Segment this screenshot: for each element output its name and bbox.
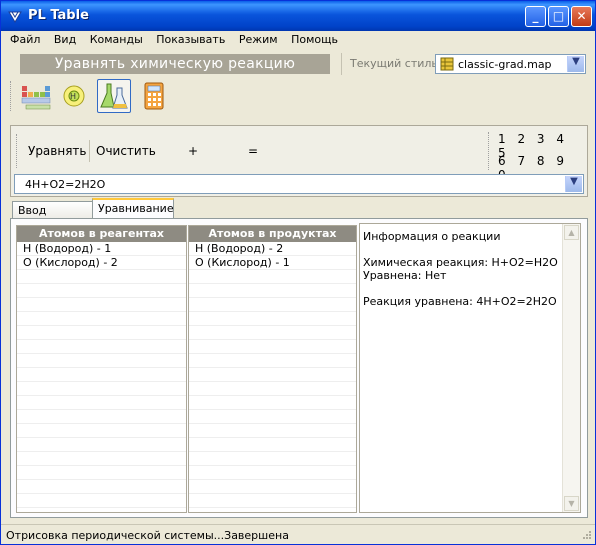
toolbar-separator [341, 53, 342, 75]
close-icon: ✕ [576, 9, 587, 23]
equation-input[interactable]: 4H+O2=2H2O ▼ [14, 174, 584, 194]
list-lines [17, 242, 186, 512]
info-title: Информация о реакции [363, 230, 501, 243]
menu-view[interactable]: Вид [49, 31, 81, 48]
flasks-icon [100, 83, 128, 109]
maximize-icon: □ [552, 9, 565, 23]
menu-mode[interactable]: Режим [234, 31, 283, 48]
app-window: PL Table _ □ ✕ Файл Вид Команды Показыва… [0, 0, 596, 545]
reaction-equalize-button[interactable] [97, 79, 131, 113]
window-title: PL Table [28, 8, 89, 23]
equals-button[interactable]: = [248, 144, 258, 158]
resize-grip-icon[interactable] [580, 530, 592, 542]
info-balanced-status: Уравнена: Нет [363, 269, 447, 282]
equation-panel: Уравнять Очистить + = 1 2 3 4 5 6 7 8 9 … [10, 125, 588, 197]
calculator-icon [144, 82, 164, 110]
element-info-button[interactable]: H [57, 79, 91, 113]
element-icon: H [63, 85, 85, 107]
tab-strip: Ввод реакции Уравнивание [10, 197, 588, 235]
info-text: Информация о реакции Химическая реакция:… [363, 230, 558, 308]
equation-value: 4H+O2=2H2O [25, 178, 106, 191]
info-balanced-result: Реакция уравнена: 4H+O2=2H2O [363, 295, 557, 308]
clear-button[interactable]: Очистить [96, 144, 156, 158]
app-icon [8, 11, 22, 23]
toolbar-grip [10, 81, 13, 111]
tools-toolbar: H [5, 77, 593, 117]
style-value: classic-grad.map [458, 58, 552, 71]
panel-separator [89, 140, 90, 162]
title-bar[interactable]: PL Table _ □ ✕ [1, 1, 595, 31]
menu-file[interactable]: Файл [5, 31, 45, 48]
list-item[interactable]: H (Водород) - 2 [189, 242, 356, 256]
menu-help[interactable]: Помощь [286, 31, 343, 48]
tab-content: Атомов в реагентах H (Водород) - 1 O (Ки… [10, 218, 588, 518]
table-icon [21, 86, 51, 110]
reaction-info-box[interactable]: Информация о реакции Химическая реакция:… [359, 223, 581, 513]
scroll-up-icon[interactable]: ▲ [564, 225, 579, 240]
list-item[interactable]: H (Водород) - 1 [17, 242, 186, 256]
style-toolbar: Уравнять химическую реакцию Текущий стил… [5, 51, 593, 77]
info-reaction: Химическая реакция: H+O2=H2O [363, 256, 558, 269]
status-bar: Отрисовка периодической системы...Заверш… [1, 524, 595, 544]
menu-bar: Файл Вид Команды Показывать Режим Помощь [5, 31, 593, 49]
mode-banner: Уравнять химическую реакцию [20, 54, 330, 74]
maximize-button[interactable]: □ [548, 6, 569, 27]
style-select[interactable]: classic-grad.map ▼ [435, 54, 586, 74]
list-item[interactable]: O (Кислород) - 2 [17, 256, 186, 270]
minimize-icon: _ [532, 9, 539, 23]
status-text: Отрисовка периодической системы...Заверш… [6, 529, 289, 542]
menu-show[interactable]: Показывать [151, 31, 230, 48]
calculator-button[interactable] [137, 79, 171, 113]
menu-commands[interactable]: Команды [85, 31, 148, 48]
map-file-icon [440, 57, 454, 71]
periodic-table-button[interactable] [19, 79, 53, 113]
reagents-list[interactable]: Атомов в реагентах H (Водород) - 1 O (Ки… [16, 225, 187, 513]
equalize-button[interactable]: Уравнять [28, 144, 86, 158]
svg-text:H: H [70, 92, 76, 101]
reagents-header: Атомов в реагентах [17, 226, 186, 242]
digits-grip [488, 132, 490, 170]
chevron-down-icon[interactable]: ▼ [565, 176, 582, 192]
style-label: Текущий стиль: [350, 57, 442, 70]
panel-grip [16, 134, 18, 168]
scroll-down-icon[interactable]: ▼ [564, 496, 579, 511]
close-button[interactable]: ✕ [571, 6, 592, 27]
tab-reaction-input[interactable]: Ввод реакции [12, 201, 93, 235]
chevron-down-icon[interactable]: ▼ [567, 56, 584, 72]
list-lines [189, 242, 356, 512]
minimize-button[interactable]: _ [525, 6, 546, 27]
tab-equalization[interactable]: Уравнивание [92, 198, 174, 219]
list-item[interactable]: O (Кислород) - 1 [189, 256, 356, 270]
plus-button[interactable]: + [188, 144, 198, 158]
products-list[interactable]: Атомов в продуктах H (Водород) - 2 O (Ки… [188, 225, 357, 513]
products-header: Атомов в продуктах [189, 226, 356, 242]
info-scrollbar[interactable]: ▲ ▼ [562, 224, 580, 512]
